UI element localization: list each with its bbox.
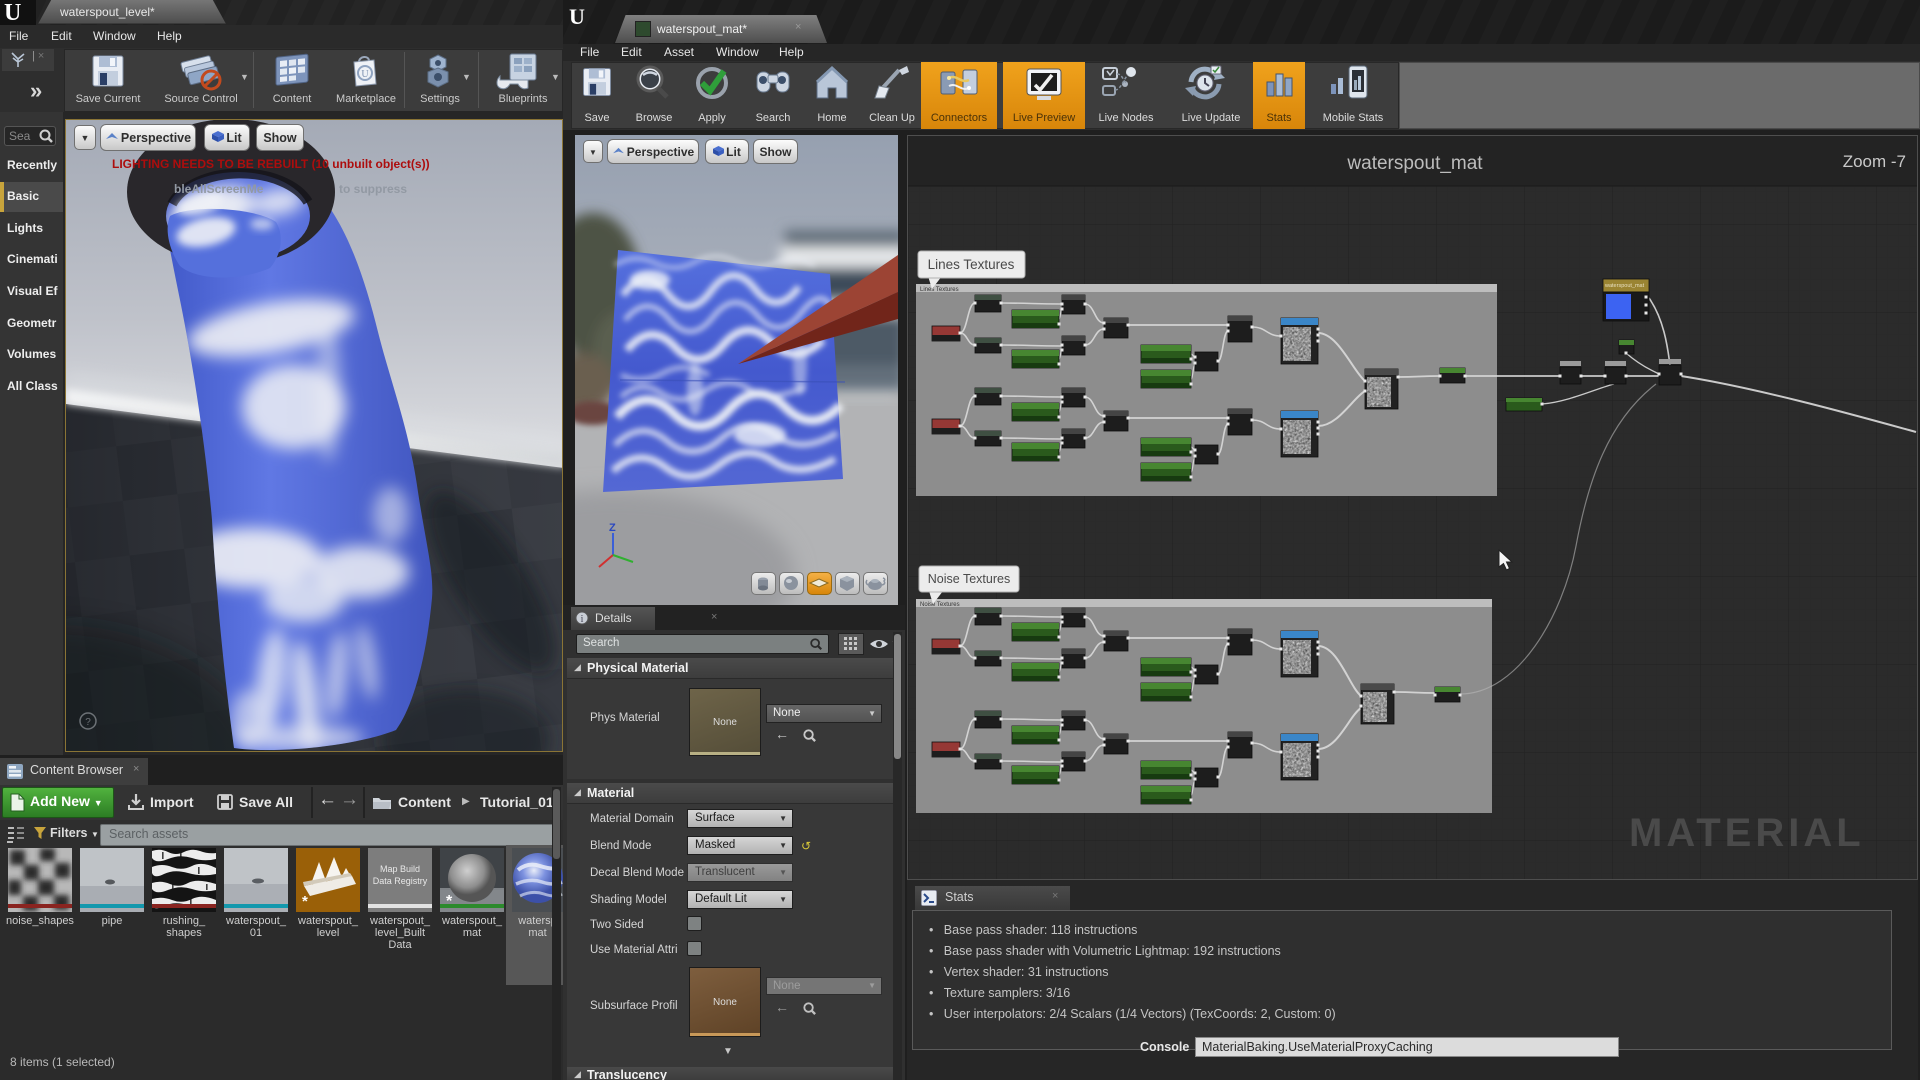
svg-text:Map Build: Map Build <box>380 864 420 874</box>
svg-text:?: ? <box>85 717 91 728</box>
svg-text:Zoom -7: Zoom -7 <box>1843 152 1906 171</box>
svg-text:MATERIAL: MATERIAL <box>1629 811 1865 855</box>
svg-text:Noise Textures: Noise Textures <box>928 572 1010 586</box>
svg-text:Z: Z <box>609 522 616 534</box>
svg-text:i: i <box>581 614 584 625</box>
svg-text:Data Registry: Data Registry <box>373 876 428 886</box>
svg-text:Lines Textures: Lines Textures <box>920 287 959 293</box>
svg-text:waterspout_mat: waterspout_mat <box>1346 153 1483 174</box>
svg-text:*: * <box>302 893 308 910</box>
svg-text:Noise Textures: Noise Textures <box>920 602 960 608</box>
svg-text:U: U <box>361 69 369 80</box>
svg-text:Lines Textures: Lines Textures <box>928 257 1015 272</box>
svg-text:waterspout_mat: waterspout_mat <box>1604 283 1645 289</box>
